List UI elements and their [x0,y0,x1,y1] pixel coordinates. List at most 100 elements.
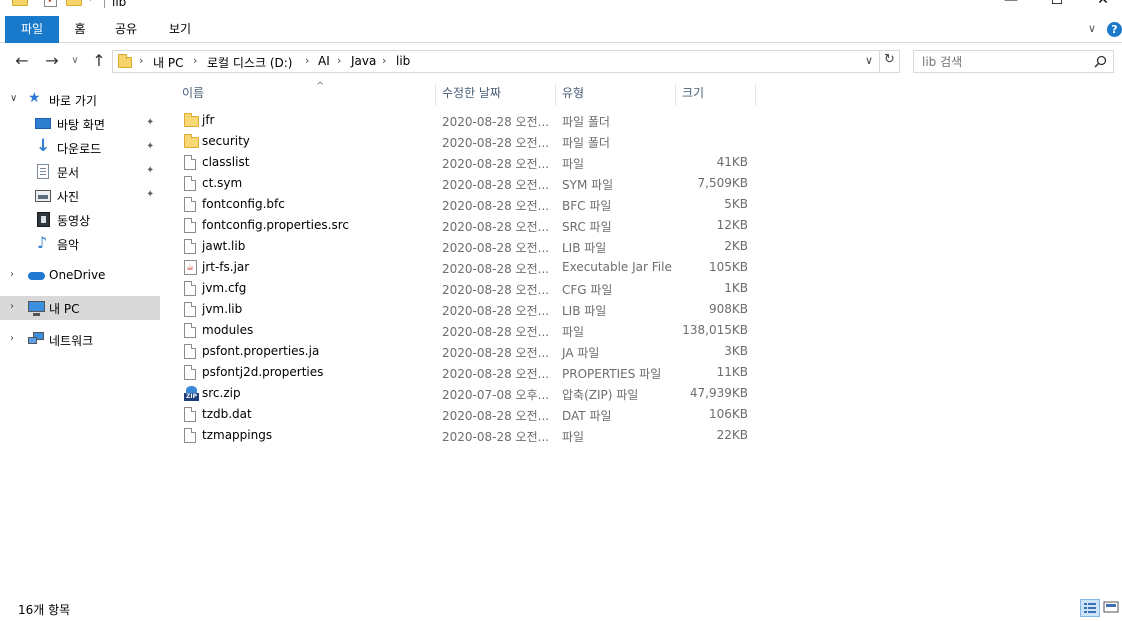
file-name: jrt-fs.jar [202,260,250,274]
sidebar-item-downloads[interactable]: ↓ 다운로드 ✦ [0,136,160,160]
breadcrumb-lib[interactable]: lib [396,54,410,68]
file-name: fontconfig.properties.src [202,218,349,232]
table-row[interactable]: tzmappings 2020-08-28 오전... 파일 22KB [176,426,756,447]
table-row[interactable]: classlist 2020-08-28 오전... 파일 41KB [176,153,756,174]
music-icon: ♪ [37,233,48,252]
sidebar-item-documents[interactable]: 문서 ✦ [0,160,160,184]
file-size: 7,509KB [697,176,748,190]
breadcrumb-separator[interactable]: › [139,54,143,67]
sidebar-item-network[interactable]: › 네트워크 [0,328,160,352]
breadcrumb-separator[interactable]: › [305,54,309,67]
tab-view[interactable]: 보기 [160,16,200,43]
table-row[interactable]: psfont.properties.ja 2020-08-28 오전... JA… [176,342,756,363]
sidebar-item-label: OneDrive [49,268,106,282]
address-dropdown-icon[interactable]: ∨ [865,54,873,67]
file-date: 2020-08-28 오전... [442,136,550,150]
table-row[interactable]: jfr 2020-08-28 오전... 파일 폴더 [176,111,756,132]
breadcrumb-separator[interactable]: › [193,54,197,67]
pin-icon[interactable]: ✦ [146,141,154,152]
details-view-button[interactable] [1080,599,1100,617]
file-icon [184,176,198,192]
file-name: jfr [202,113,215,127]
file-name: tzmappings [202,428,273,442]
column-header-size[interactable]: 크기 [676,84,756,106]
breadcrumb-local-disk[interactable]: 로컬 디스크 (D:) [207,54,292,71]
file-name: src.zip [202,386,241,400]
file-date: 2020-08-28 오전... [442,241,550,255]
sidebar-item-quick-access[interactable]: ∨ ★ 바로 가기 [0,88,160,112]
properties-icon[interactable]: ✓ [44,0,57,7]
address-divider [879,51,880,72]
forward-button[interactable]: → [41,50,63,72]
chevron-right-icon[interactable]: › [10,333,14,344]
title-bar: ✓ ▾ lib — ☐ ✕ [0,0,1122,16]
pin-icon[interactable]: ✦ [146,117,154,128]
recent-locations-button[interactable]: ∨ [66,50,84,72]
folder-icon [12,0,28,8]
file-date: 2020-08-28 오전... [442,262,550,276]
up-button[interactable]: ↑ [88,50,110,72]
file-type: 파일 폴더 [562,136,610,150]
close-button[interactable]: ✕ [1080,0,1122,14]
table-row[interactable]: ZIP src.zip 2020-07-08 오후... 압축(ZIP) 파일 … [176,384,756,405]
minimize-button[interactable]: — [988,0,1034,14]
breadcrumb-this-pc[interactable]: 내 PC [153,54,183,71]
new-folder-icon[interactable] [66,0,82,8]
table-row[interactable]: jvm.cfg 2020-08-28 오전... CFG 파일 1KB [176,279,756,300]
sidebar-item-videos[interactable]: 동영상 [0,208,160,232]
tab-share[interactable]: 공유 [106,16,146,43]
sidebar-item-desktop[interactable]: 바탕 화면 ✦ [0,112,160,136]
column-header-date[interactable]: 수정한 날짜 [436,84,556,106]
table-row[interactable]: fontconfig.bfc 2020-08-28 오전... BFC 파일 5… [176,195,756,216]
large-icons-view-button[interactable] [1102,599,1122,617]
quick-access-dropdown-icon[interactable]: ▾ [88,0,102,8]
table-row[interactable]: security 2020-08-28 오전... 파일 폴더 [176,132,756,153]
breadcrumb-separator[interactable]: › [337,54,341,67]
pin-icon[interactable]: ✦ [146,189,154,200]
help-icon[interactable]: ? [1107,22,1122,37]
chevron-right-icon[interactable]: › [10,269,14,280]
file-name: modules [202,323,254,337]
sidebar-item-onedrive[interactable]: › OneDrive [0,264,160,288]
search-box[interactable] [913,50,1114,73]
file-date: 2020-08-28 오전... [442,304,550,318]
table-row[interactable]: ct.sym 2020-08-28 오전... SYM 파일 7,509KB [176,174,756,195]
sidebar-item-label: 동영상 [57,214,91,228]
file-date: 2020-08-28 오전... [442,283,550,297]
file-type: SYM 파일 [562,178,614,192]
file-size: 3KB [724,344,748,358]
breadcrumb-ai[interactable]: AI [318,54,330,68]
address-bar[interactable]: › 내 PC › 로컬 디스크 (D:) › AI › Java › lib ∨… [112,50,900,73]
refresh-button[interactable]: ↻ [884,52,895,67]
sidebar-item-pictures[interactable]: 사진 ✦ [0,184,160,208]
breadcrumb-separator[interactable]: › [382,54,386,67]
table-row[interactable]: jvm.lib 2020-08-28 오전... LIB 파일 908KB [176,300,756,321]
sidebar-item-music[interactable]: ♪ 음악 [0,232,160,256]
breadcrumb-java[interactable]: Java [351,54,376,68]
chevron-right-icon[interactable]: › [10,301,14,312]
tab-home[interactable]: 홈 [62,16,98,43]
chevron-down-icon[interactable]: ∨ [10,93,17,104]
sidebar-item-this-pc[interactable]: › 내 PC [0,296,160,320]
file-name: jawt.lib [202,239,246,253]
file-size: 908KB [708,302,748,316]
table-row[interactable]: jawt.lib 2020-08-28 오전... LIB 파일 2KB [176,237,756,258]
file-size: 1KB [724,281,748,295]
table-row[interactable]: modules 2020-08-28 오전... 파일 138,015KB [176,321,756,342]
column-header-name[interactable]: 이름 ^ [176,81,436,106]
search-input[interactable] [920,53,1090,70]
table-row[interactable]: psfontj2d.properties 2020-08-28 오전... PR… [176,363,756,384]
table-row[interactable]: ☕ jrt-fs.jar 2020-08-28 오전... Executable… [176,258,756,279]
folder-icon [184,113,199,129]
pin-icon[interactable]: ✦ [146,165,154,176]
table-row[interactable]: fontconfig.properties.src 2020-08-28 오전.… [176,216,756,237]
table-row[interactable]: tzdb.dat 2020-08-28 오전... DAT 파일 106KB [176,405,756,426]
column-header-row: 이름 ^ 수정한 날짜 유형 크기 [162,81,756,108]
ribbon-expand-icon[interactable]: ∨ [1088,22,1096,35]
maximize-button[interactable]: ☐ [1034,0,1080,14]
tab-file[interactable]: 파일 [5,16,59,43]
column-header-type[interactable]: 유형 [556,84,676,106]
back-button[interactable]: ← [11,50,33,72]
search-icon[interactable] [1094,55,1107,68]
folder-icon [184,134,199,150]
